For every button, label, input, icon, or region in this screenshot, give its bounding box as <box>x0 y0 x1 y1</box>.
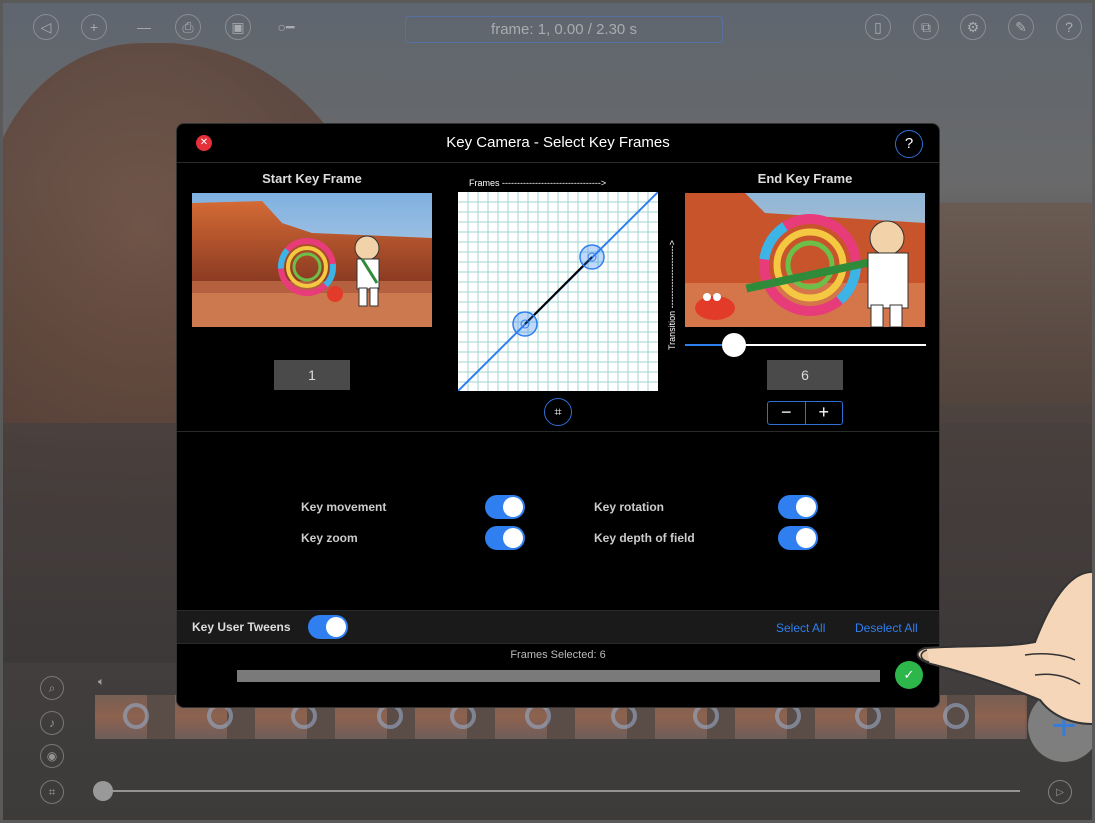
end-frame-number[interactable]: 6 <box>767 360 843 390</box>
key-camera-dialog: ✕ Key Camera - Select Key Frames ? Start… <box>176 123 940 708</box>
frames-progress-bar <box>237 670 880 682</box>
transition-graph[interactable] <box>457 191 659 392</box>
key-zoom-label: Key zoom <box>301 531 358 545</box>
timeline-scrubber-track[interactable] <box>100 790 1020 792</box>
end-key-frame-label: End Key Frame <box>757 171 853 186</box>
help-button[interactable]: ? <box>895 130 923 158</box>
key-rotation-toggle[interactable] <box>778 495 818 519</box>
decrement-button[interactable]: − <box>768 402 806 424</box>
play-icon[interactable]: ▷ <box>1048 780 1072 804</box>
add-button[interactable]: + <box>1028 690 1095 762</box>
key-depth-of-field-toggle[interactable] <box>778 526 818 550</box>
minus-icon[interactable]: — <box>131 14 157 40</box>
increment-button[interactable]: + <box>806 402 843 424</box>
stamp-icon[interactable]: ⎙ <box>175 14 201 40</box>
key-user-tweens-bar: Key User Tweens Select All Deselect All <box>177 610 939 644</box>
key-movement-toggle[interactable] <box>485 495 525 519</box>
magnify-icon[interactable]: ⌕ <box>40 676 64 700</box>
back-icon[interactable]: ◁ <box>33 14 59 40</box>
top-toolbar: ◁ + — ⎙ ▣ ○━ frame: 1, 0.00 / 2.30 s ▯ ⧉… <box>3 8 1092 48</box>
recenter-icon[interactable]: ⌗ <box>544 398 572 426</box>
frame-display[interactable]: frame: 1, 0.00 / 2.30 s <box>405 16 723 43</box>
end-frame-slider-knob[interactable] <box>722 333 746 357</box>
key-movement-label: Key movement <box>301 500 387 514</box>
timeline-scrubber-knob[interactable] <box>93 781 113 801</box>
mic-icon[interactable]: ♪ <box>40 711 64 735</box>
select-all-button[interactable]: Select All <box>776 621 825 635</box>
compass-icon[interactable]: ◉ <box>40 744 64 768</box>
share-icon[interactable]: ⧉ <box>913 14 939 40</box>
end-frame-stepper: − + <box>767 401 843 425</box>
deselect-all-button[interactable]: Deselect All <box>855 621 918 635</box>
key-zoom-toggle[interactable] <box>485 526 525 550</box>
key-depth-of-field-label: Key depth of field <box>594 531 695 545</box>
frames-selected-status: Frames Selected: 6 <box>510 649 606 661</box>
center-icon[interactable]: ⌗ <box>40 780 64 804</box>
graph-x-label: Frames ---------------------------------… <box>469 178 607 188</box>
dialog-header: ✕ Key Camera - Select Key Frames ? <box>177 124 939 163</box>
key-user-tweens-toggle[interactable] <box>308 615 348 639</box>
key-user-tweens-label: Key User Tweens <box>192 620 291 634</box>
key-icon[interactable]: ○━ <box>273 14 299 40</box>
start-frame-number[interactable]: 1 <box>274 360 350 390</box>
gear-icon[interactable]: ⚙ <box>960 14 986 40</box>
photo-icon[interactable]: ▣ <box>225 14 251 40</box>
help-icon[interactable]: ? <box>1056 14 1082 40</box>
divider <box>177 431 939 432</box>
start-key-frame-label: Start Key Frame <box>262 171 362 186</box>
checkmark-icon[interactable]: ✓ <box>895 661 923 689</box>
speaker-icon[interactable]: 🔈︎ <box>98 676 105 689</box>
key-rotation-label: Key rotation <box>594 500 665 514</box>
start-key-frame-image[interactable] <box>192 193 432 327</box>
wrench-icon[interactable]: ✎ <box>1008 14 1034 40</box>
dialog-title: Key Camera - Select Key Frames <box>446 134 670 151</box>
graph-y-label: Transition ---------------------> <box>667 240 677 350</box>
clipboard-icon[interactable]: ▯ <box>865 14 891 40</box>
end-key-frame-image[interactable] <box>685 193 925 327</box>
plus-icon[interactable]: + <box>81 14 107 40</box>
